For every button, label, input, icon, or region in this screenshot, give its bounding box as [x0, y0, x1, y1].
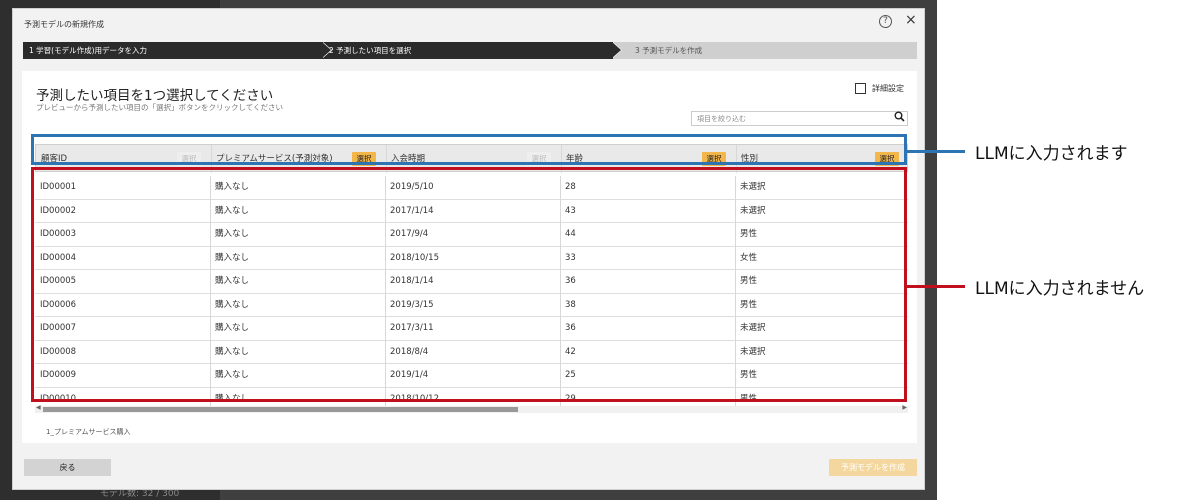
create-model-button[interactable]: 予測モデルを作成 [829, 459, 917, 476]
step-3: 3 予測モデルを作成 [613, 42, 917, 59]
selected-target-note: 1_プレミアムサービス購入 [46, 428, 131, 436]
rows-connector-line [907, 285, 965, 288]
horizontal-scrollbar[interactable]: ◀ ▶ [35, 404, 908, 413]
step-2: 2 予測したい項目を選択 [323, 42, 613, 59]
search-icon[interactable] [894, 111, 905, 125]
step-1: 1 学習(モデル作成)用データを入力 [23, 42, 323, 59]
dialog-title: 予測モデルの新規作成 [24, 20, 104, 29]
rows-highlight-box [31, 167, 907, 402]
scrollbar-thumb[interactable] [43, 407, 518, 412]
checkbox-icon[interactable] [855, 83, 866, 94]
step-progress-bar: 1 学習(モデル作成)用データを入力 2 予測したい項目を選択 3 予測モデルを… [23, 42, 917, 59]
header-annotation: LLMに入力されます [975, 144, 1128, 164]
close-icon[interactable]: × [905, 12, 917, 28]
header-highlight-box [31, 134, 907, 165]
page-subtitle: プレビューから予測したい項目の「選択」ボタンをクリックしてください [36, 103, 284, 112]
step-separator [322, 42, 331, 58]
back-button[interactable]: 戻る [24, 459, 111, 476]
advanced-settings-checkbox[interactable]: 詳細設定 [855, 83, 904, 94]
filter-input[interactable]: 項目を絞り込む [691, 111, 908, 126]
scroll-right-icon[interactable]: ▶ [902, 404, 907, 411]
scroll-left-icon[interactable]: ◀ [36, 404, 41, 411]
page-title: 予測したい項目を1つ選択してください [36, 88, 274, 104]
advanced-settings-label: 詳細設定 [872, 84, 904, 93]
filter-placeholder: 項目を絞り込む [697, 115, 746, 123]
help-icon[interactable]: ? [879, 15, 892, 28]
step-separator [612, 42, 621, 58]
header-connector-line [907, 150, 965, 153]
rows-annotation: LLMに入力されません [975, 279, 1145, 299]
